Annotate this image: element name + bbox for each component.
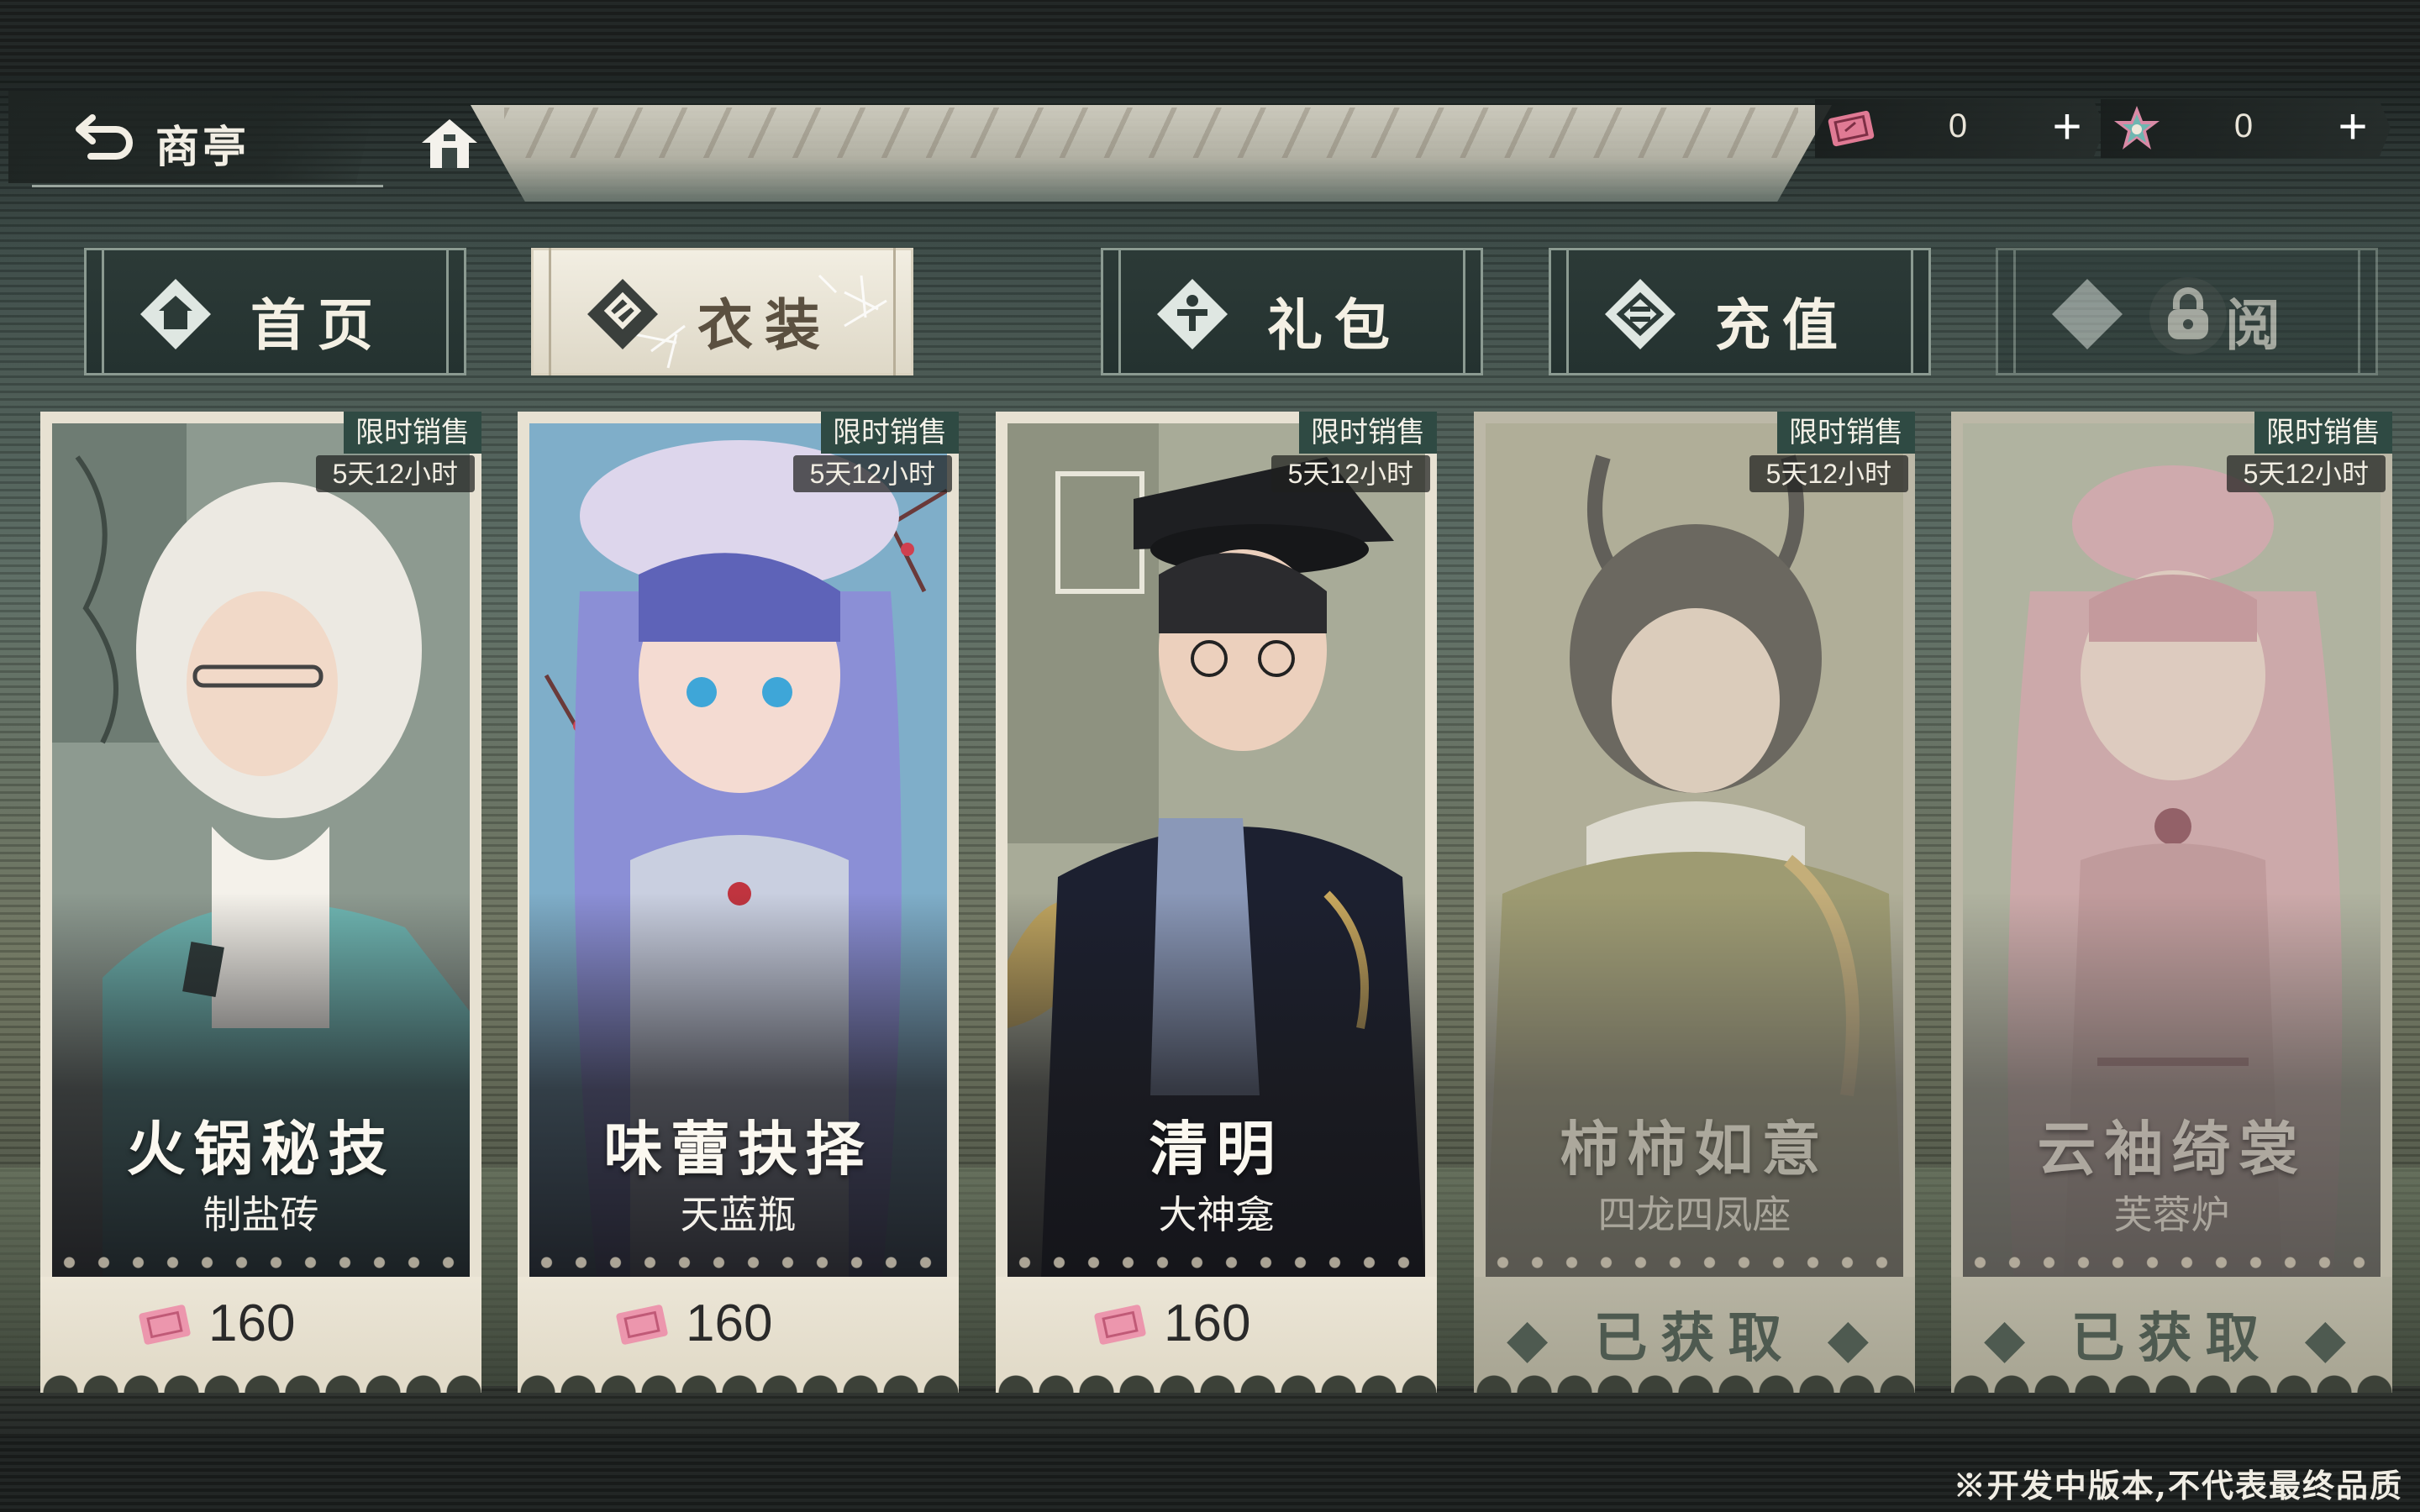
tab-home[interactable]: 首页 [84, 248, 466, 375]
lock-icon [2149, 277, 2227, 354]
pavilion-diamond-icon [2052, 279, 2123, 349]
tab-packs[interactable]: 礼包 [1101, 248, 1483, 375]
sale-timer: 5天12小时 [315, 455, 475, 492]
tab-outfits[interactable]: 衣装 [531, 248, 913, 375]
tab-label: 衣装 [697, 292, 832, 358]
add-ticket-button[interactable]: + [2042, 99, 2092, 158]
tab-recharge[interactable]: 充值 [1549, 248, 1931, 375]
ceiling-lattice [504, 108, 1798, 158]
star-gem-icon [2114, 106, 2160, 150]
outfit-title: 云袖绮裳 [2037, 1114, 2307, 1184]
outfit-title: 火锅秘技 [126, 1114, 396, 1184]
price-value: 160 [686, 1294, 773, 1352]
obtained-status: ◆ 已获取 ◆ [1984, 1307, 2360, 1370]
outfit-subtitle: 芙蓉炉 [2113, 1193, 2230, 1236]
sale-timer: 5天12小时 [1749, 455, 1908, 492]
limited-sale-badge: 限时销售 [1777, 412, 1915, 454]
outfit-subtitle: 天蓝瓶 [680, 1193, 797, 1236]
add-gem-button[interactable]: + [2328, 99, 2378, 158]
tab-label: 充值 [1715, 292, 1849, 358]
limited-sale-badge: 限时销售 [344, 412, 481, 454]
hanger-diamond-icon [587, 279, 658, 349]
outfit-card[interactable]: 限时销售 5天12小时 味蕾抉择 天蓝瓶 160 [518, 412, 959, 1407]
limited-sale-badge: 限时销售 [821, 412, 959, 454]
status-bar: ◆ 已获取 ◆ [1951, 1277, 2392, 1370]
home-diamond-icon [140, 279, 211, 349]
obtained-status: ◆ 已获取 ◆ [1507, 1307, 1882, 1370]
back-button[interactable]: 商亭 [8, 91, 378, 183]
sale-timer: 5天12小时 [1270, 455, 1430, 492]
home-icon[interactable] [418, 116, 481, 171]
sale-timer: 5天12小时 [792, 455, 952, 492]
tab-label: 首页 [250, 292, 385, 358]
price-value: 160 [1164, 1294, 1251, 1352]
coin-diamond-icon [1605, 279, 1676, 349]
sale-timer: 5天12小时 [2226, 455, 2386, 492]
ticket-icon [139, 1305, 191, 1345]
outfit-subtitle: 大神龛 [1158, 1193, 1275, 1236]
outfit-title: 柿柿如意 [1560, 1114, 1829, 1184]
status-bar: ◆ 已获取 ◆ [1474, 1277, 1915, 1370]
outfit-card[interactable]: 限时销售 5天12小时 云袖绮裳 芙蓉炉 ◆ 已获取 ◆ [1951, 412, 2392, 1407]
limited-sale-badge: 限时销售 [1299, 412, 1437, 454]
outfit-card[interactable]: 限时销售 5天12小时 清明 大神龛 160 [996, 412, 1437, 1407]
tab-label: 阅 [2225, 292, 2292, 358]
limited-sale-badge: 限时销售 [2254, 412, 2392, 454]
ticket-icon [1828, 110, 1875, 147]
back-arrow-icon [76, 114, 133, 160]
gem-count: 0 [2233, 108, 2254, 144]
price-bar[interactable]: 160 [518, 1277, 959, 1369]
outfit-subtitle: 四龙四凤座 [1597, 1193, 1791, 1236]
ticket-icon [616, 1305, 668, 1345]
outfit-title: 味蕾抉择 [603, 1114, 873, 1184]
price-bar[interactable]: 160 [40, 1277, 481, 1369]
price-value: 160 [208, 1294, 296, 1352]
outfit-subtitle: 制盐砖 [203, 1193, 319, 1236]
tab-label: 礼包 [1267, 292, 1402, 358]
currency-ticket: 0 + [1815, 99, 2105, 158]
ticket-count: 0 [1948, 108, 1968, 144]
gift-diamond-icon [1157, 279, 1228, 349]
ticket-icon [1094, 1305, 1146, 1345]
top-banner-strip [0, 0, 2420, 76]
price-bar[interactable]: 160 [996, 1277, 1437, 1369]
outfit-title: 清明 [1149, 1114, 1284, 1184]
dev-version-disclaimer: ※开发中版本,不代表最终品质 [1953, 1467, 2403, 1504]
page-title: 商亭 [155, 122, 250, 173]
title-underline [32, 185, 383, 187]
outfit-card[interactable]: 限时销售 5天12小时 柿柿如意 四龙四凤座 ◆ 已获取 ◆ [1474, 412, 1915, 1407]
tab-locked[interactable]: 阅 [1996, 248, 2378, 375]
outfit-card[interactable]: 限时销售 5天12小时 火锅秘技 制盐砖 160 [40, 412, 481, 1407]
currency-gem: 0 + [2101, 99, 2391, 158]
